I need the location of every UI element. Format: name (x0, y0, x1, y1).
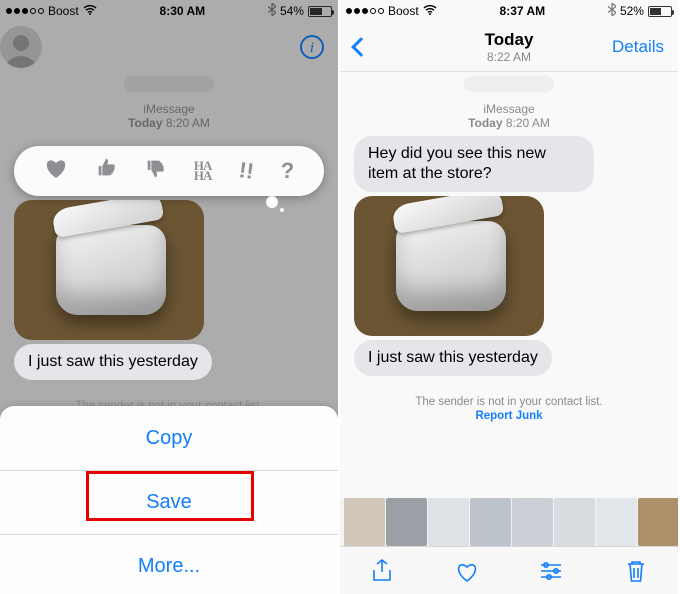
sliders-icon[interactable] (538, 558, 564, 584)
message-attachment-image[interactable] (14, 200, 204, 340)
details-button[interactable]: Details (612, 37, 664, 57)
action-copy[interactable]: Copy (0, 406, 338, 470)
action-sheet: Copy Save More... (0, 406, 338, 594)
unknown-sender-warning: The sender is not in your contact list. … (340, 396, 678, 422)
carrier-label: Boost (388, 4, 419, 18)
action-save[interactable]: Save (0, 470, 338, 534)
battery-icon (648, 6, 672, 17)
nav-bar: Today 8:22 AM Details (340, 22, 678, 72)
status-bar: Boost 8:37 AM 52% (340, 0, 678, 22)
tapback-heart-icon[interactable] (44, 157, 68, 185)
screenshot-left: Boost 8:30 AM 54% i iMessage Today 8:20 … (0, 0, 340, 594)
timestamp-label: iMessage Today 8:20 AM (340, 102, 678, 130)
tapback-reaction-bar: HA HA !! ? (14, 146, 324, 196)
message-attachment-image[interactable] (354, 196, 544, 336)
screenshot-right: Boost 8:37 AM 52% Today 8:22 AM Details … (340, 0, 680, 594)
trash-icon[interactable] (623, 558, 649, 584)
photo-thumbnail-strip[interactable] (340, 498, 678, 546)
share-icon[interactable] (369, 558, 395, 584)
thumbnail[interactable] (596, 498, 637, 546)
thumbnail[interactable] (470, 498, 511, 546)
heart-icon[interactable] (454, 558, 480, 584)
bluetooth-icon (608, 3, 616, 19)
load-earlier-pill[interactable] (464, 76, 554, 92)
status-time: 8:37 AM (500, 4, 546, 18)
report-junk-link[interactable]: Report Junk (340, 410, 678, 422)
thumbnail[interactable] (344, 498, 385, 546)
tapback-question-icon[interactable]: ? (281, 158, 294, 184)
thumbnail[interactable] (428, 498, 469, 546)
battery-pct: 52% (620, 4, 644, 18)
message-bubble-outgoing[interactable]: I just saw this yesterday (14, 344, 212, 380)
tapback-thumbs-up-icon[interactable] (95, 157, 117, 185)
signal-dots-icon (346, 8, 384, 14)
thumbnail[interactable] (638, 498, 678, 546)
action-more[interactable]: More... (0, 534, 338, 594)
message-bubble-outgoing[interactable]: I just saw this yesterday (354, 340, 552, 376)
tapback-thumbs-down-icon[interactable] (144, 157, 166, 185)
bottom-toolbar (340, 546, 678, 594)
tapback-haha-icon[interactable]: HA HA (194, 161, 212, 182)
thumbnail[interactable] (512, 498, 553, 546)
thumbnail[interactable] (386, 498, 427, 546)
wifi-icon (423, 4, 437, 18)
thumbnail[interactable] (554, 498, 595, 546)
back-chevron-icon[interactable] (351, 37, 371, 57)
message-bubble-incoming[interactable]: Hey did you see this new item at the sto… (354, 136, 594, 192)
tapback-exclaim-icon[interactable]: !! (237, 157, 255, 185)
